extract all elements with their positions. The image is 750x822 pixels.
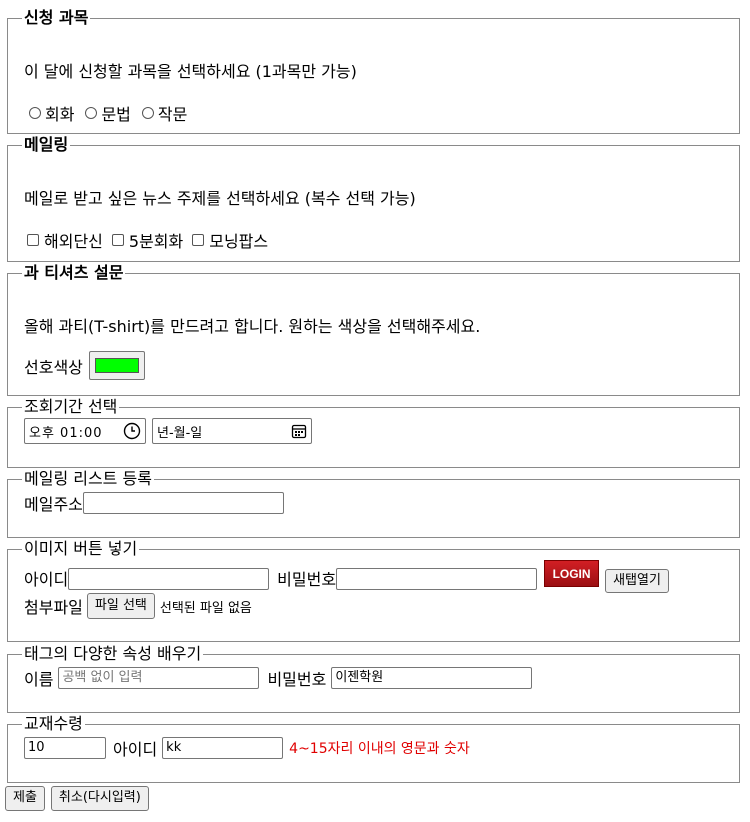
- name-label: 이름: [24, 670, 54, 689]
- course-description: 이 달에 신청할 과목을 선택하세요 (1과목만 가능): [24, 62, 357, 81]
- maillist-legend: 메일링 리스트 등록: [24, 469, 152, 488]
- checkbox-5min[interactable]: [111, 234, 124, 246]
- calendar-icon[interactable]: [291, 423, 307, 439]
- clock-icon[interactable]: [123, 422, 141, 440]
- id-input[interactable]: [68, 568, 270, 590]
- login-row: 아이디 비밀번호 LOGIN 새탭열기: [24, 560, 739, 593]
- color-swatch: [94, 358, 139, 373]
- reset-button[interactable]: 취소(다시입력): [50, 786, 149, 811]
- newtab-button[interactable]: 새탭열기: [605, 569, 669, 593]
- mailing-legend: 메일링: [24, 135, 69, 154]
- time-input[interactable]: 오후 01:00: [24, 418, 146, 444]
- radio-grammar[interactable]: [85, 107, 98, 119]
- attrs-pw-label: 비밀번호: [267, 670, 327, 689]
- mailing-description: 메일로 받고 싶은 뉴스 주제를 선택하세요 (복수 선택 가능): [24, 189, 416, 208]
- attrs-fieldset: 태그의 다양한 속성 배우기 이름 공백 없이 입력 비밀번호 이젠학원: [7, 645, 740, 713]
- color-label: 선호색상: [24, 357, 83, 377]
- tshirt-fieldset: 과 티셔츠 설문 올해 과티(T-shirt)를 만드려고 합니다. 원하는 색…: [7, 264, 740, 396]
- attrs-row: 이름 공백 없이 입력 비밀번호 이젠학원: [24, 666, 739, 690]
- course-options: 회화 문법 작문: [24, 101, 739, 125]
- mailing-options: 해외단신 5분회화 모닝팝스: [24, 228, 739, 252]
- submit-button[interactable]: 제출: [5, 786, 45, 811]
- id-label: 아이디: [24, 570, 69, 589]
- time-value: 오후 01:00: [29, 425, 103, 441]
- course-fieldset: 신청 과목 이 달에 신청할 과목을 선택하세요 (1과목만 가능) 회화 문법…: [7, 9, 740, 134]
- option-label-writing: 작문: [157, 105, 188, 124]
- option-label-conversation: 회화: [45, 105, 75, 124]
- date-placeholder: 년-월-일: [157, 425, 203, 441]
- email-input[interactable]: [82, 492, 284, 514]
- pw-label: 비밀번호: [277, 570, 337, 589]
- checkbox-overseas[interactable]: [27, 234, 39, 246]
- qty-id-label: 아이디: [113, 740, 158, 759]
- radio-conversation[interactable]: [29, 107, 41, 119]
- file-status: 선택된 파일 없음: [159, 600, 252, 616]
- file-select-button[interactable]: 파일 선택: [86, 593, 155, 619]
- email-row: 메일주소: [24, 491, 739, 515]
- imagebtn-fieldset: 이미지 버튼 넣기 아이디 비밀번호 LOGIN 새탭열기 첨부파일 파일 선택…: [7, 540, 740, 642]
- login-image-button[interactable]: LOGIN: [544, 560, 600, 587]
- checkbox-morningpops[interactable]: [192, 234, 205, 246]
- mailing-fieldset: 메일링 메일로 받고 싶은 뉴스 주제를 선택하세요 (복수 선택 가능) 해외…: [7, 136, 740, 262]
- form-actions: 제출 취소(다시입력): [5, 786, 149, 811]
- qty-row: 10 아이디 kk 4~15자리 이내의 영문과 숫자: [24, 736, 739, 760]
- attrs-pw-input[interactable]: 이젠학원: [331, 667, 533, 689]
- id-hint: 4~15자리 이내의 영문과 숫자: [289, 741, 470, 757]
- tshirt-description: 올해 과티(T-shirt)를 만드려고 합니다. 원하는 색상을 선택해주세요…: [24, 317, 481, 336]
- color-row: 선호색상: [24, 351, 739, 380]
- quantity-input[interactable]: 10: [24, 737, 106, 759]
- option-label-5min: 5분회화: [128, 232, 184, 251]
- qty-fieldset: 교재수령 10 아이디 kk 4~15자리 이내의 영문과 숫자: [7, 715, 740, 783]
- qty-legend: 교재수령: [24, 714, 83, 733]
- color-picker[interactable]: [88, 351, 145, 380]
- option-label-grammar: 문법: [101, 105, 131, 124]
- option-label-morningpops: 모닝팝스: [209, 232, 269, 251]
- name-input[interactable]: 공백 없이 입력: [58, 667, 260, 689]
- radio-writing[interactable]: [141, 107, 154, 119]
- date-input[interactable]: 년-월-일: [152, 418, 312, 444]
- attrs-legend: 태그의 다양한 속성 배우기: [24, 644, 202, 663]
- maillist-fieldset: 메일링 리스트 등록 메일주소: [7, 470, 740, 538]
- email-label: 메일주소: [24, 495, 83, 514]
- imagebtn-legend: 이미지 버튼 넣기: [24, 539, 138, 558]
- pw-input[interactable]: [336, 568, 538, 590]
- period-fieldset: 조회기간 선택 오후 01:00 년-월-일: [7, 398, 740, 468]
- attach-label: 첨부파일: [24, 598, 83, 617]
- tshirt-legend: 과 티셔츠 설문: [24, 263, 124, 282]
- period-legend: 조회기간 선택: [24, 397, 118, 416]
- option-label-overseas: 해외단신: [44, 232, 103, 251]
- period-row: 오후 01:00 년-월-일: [24, 418, 739, 444]
- qty-id-input[interactable]: kk: [162, 737, 284, 759]
- course-legend: 신청 과목: [24, 8, 89, 27]
- attach-row: 첨부파일 파일 선택 선택된 파일 없음: [24, 593, 739, 619]
